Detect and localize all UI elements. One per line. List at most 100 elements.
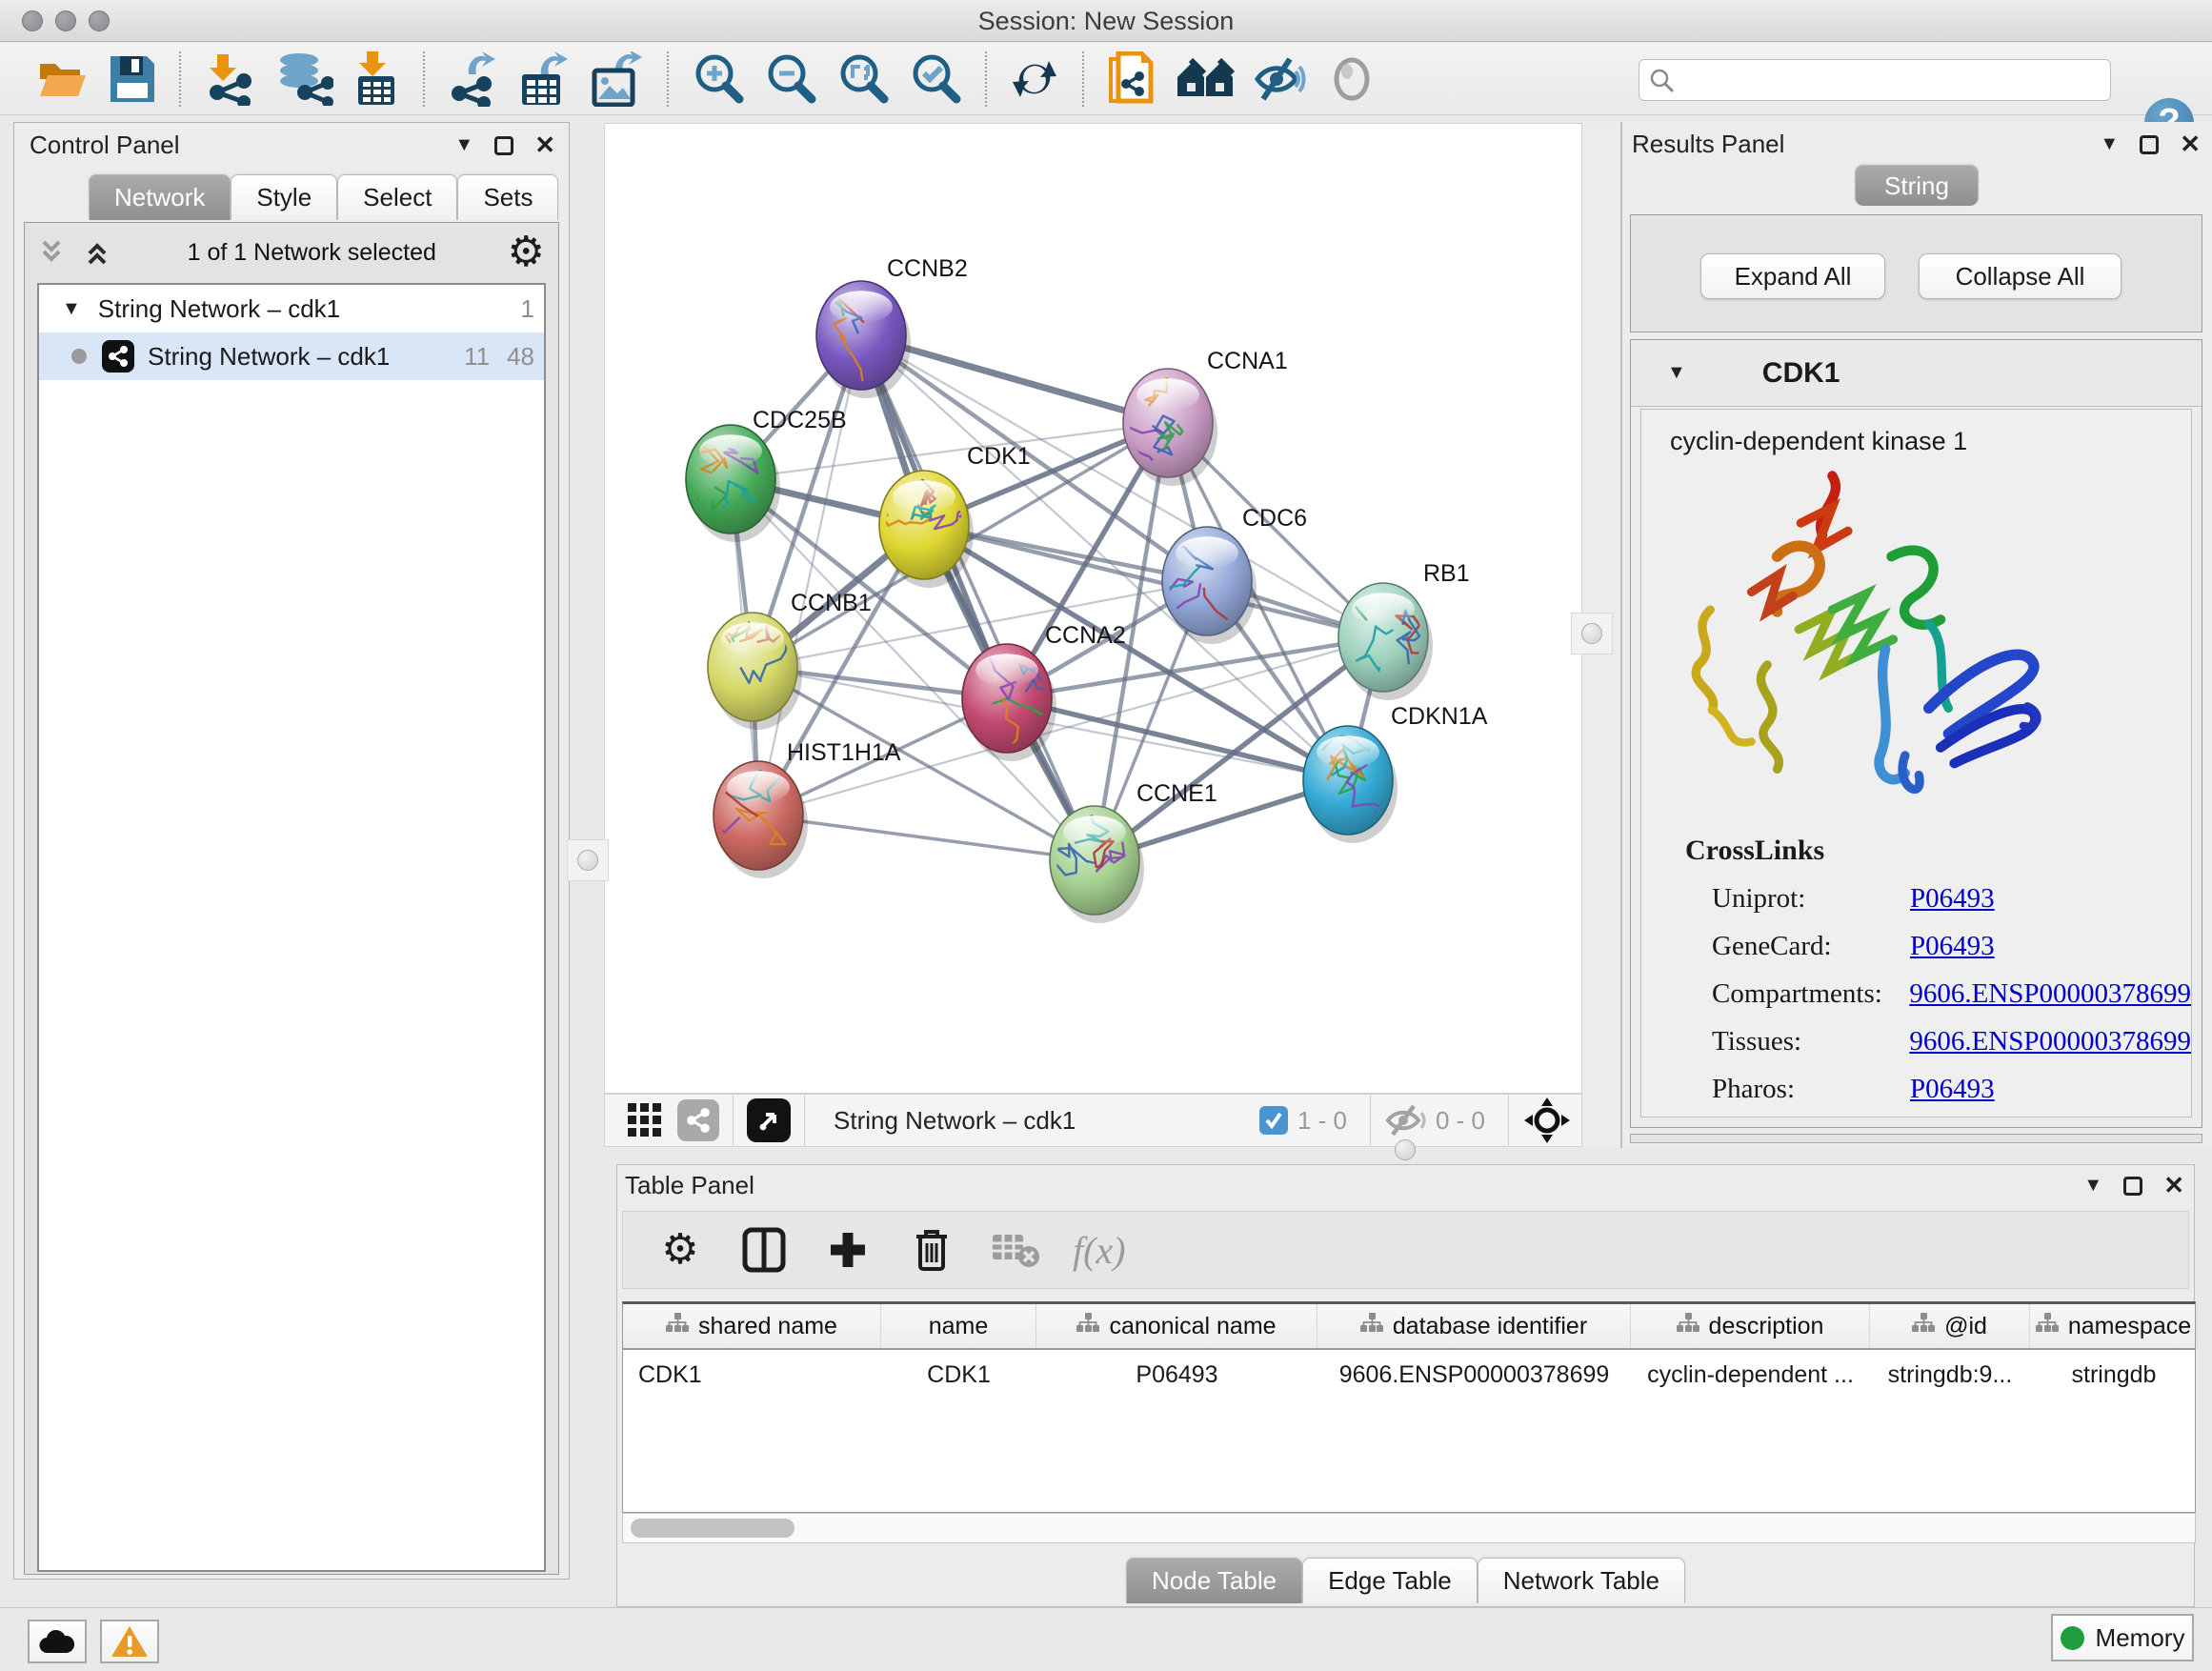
cloud-icon	[38, 1628, 76, 1655]
tab-edge-table[interactable]: Edge Table	[1302, 1558, 1478, 1603]
collapse-all-tree-icon[interactable]	[84, 238, 116, 267]
scrollbar-thumb[interactable]	[631, 1519, 794, 1538]
crosslink-link[interactable]: P06493	[1910, 883, 1995, 915]
network-node-HIST1H1A[interactable]	[674, 761, 808, 878]
network-node-CCNE1[interactable]	[1050, 806, 1144, 923]
column-header--id[interactable]: @id	[1870, 1304, 2030, 1348]
gene-description: cyclin-dependent kinase 1	[1670, 427, 2191, 456]
panel-close-icon[interactable]: ✕	[2180, 130, 2201, 159]
network-tree-parent-row[interactable]: ▼ String Network – cdk1 1	[39, 285, 544, 332]
column-header-name[interactable]: name	[881, 1304, 1036, 1348]
panel-float-icon[interactable]	[2123, 1177, 2142, 1196]
collapse-all-button[interactable]: Collapse All	[1919, 253, 2122, 299]
fit-crosshair-icon[interactable]	[1522, 1096, 1572, 1145]
save-session-button[interactable]	[109, 50, 156, 108]
delete-column-icon[interactable]	[905, 1223, 958, 1277]
crosslink-link[interactable]: P06493	[1910, 931, 1995, 962]
column-type-icon	[1076, 1313, 1099, 1340]
open-session-button[interactable]	[36, 50, 90, 108]
table-row[interactable]: CDK1CDK1P064939606.ENSP00000378699cyclin…	[623, 1350, 2195, 1399]
tree-expander-icon[interactable]: ▼	[62, 298, 81, 320]
column-header-label: shared name	[698, 1313, 837, 1340]
panel-close-icon[interactable]: ✕	[2163, 1171, 2184, 1200]
tab-node-table[interactable]: Node Table	[1126, 1558, 1302, 1603]
zoom-out-button[interactable]	[764, 50, 817, 108]
table-horizontal-scrollbar[interactable]	[622, 1513, 2196, 1543]
import-table-from-file-button[interactable]	[352, 50, 400, 108]
network-options-gear-icon[interactable]: ⚙	[508, 232, 545, 273]
string-app-icon	[102, 340, 134, 372]
splitter-handle[interactable]	[1395, 1139, 1416, 1160]
export-image-button[interactable]	[591, 50, 644, 108]
column-header-namespace[interactable]: namespace	[2030, 1304, 2198, 1348]
delete-table-icon[interactable]	[989, 1223, 1042, 1277]
export-table-button[interactable]	[518, 50, 572, 108]
column-header-description[interactable]: description	[1631, 1304, 1870, 1348]
network-share-view-icon[interactable]	[677, 1099, 719, 1141]
panel-collapse-icon[interactable]: ▼	[454, 134, 473, 156]
panel-float-icon[interactable]	[2140, 135, 2159, 154]
section-expander-icon[interactable]: ▼	[1667, 362, 1686, 384]
show-columns-icon[interactable]	[737, 1223, 791, 1277]
import-network-icon	[204, 52, 255, 106]
network-canvas[interactable]: CCNB2CCNA1CDC25BCDK1CDC6RB1CCNB1CCNA2CDK…	[604, 123, 1582, 1094]
protein-structure-image	[1679, 462, 2080, 816]
table-cell: P06493	[1036, 1350, 1317, 1399]
nested-networks-button[interactable]	[1176, 50, 1235, 108]
column-header-database-identifier[interactable]: database identifier	[1317, 1304, 1631, 1348]
zoom-fit-button[interactable]	[836, 50, 890, 108]
grid-view-icon[interactable]	[626, 1101, 664, 1139]
column-header-shared-name[interactable]: shared name	[623, 1304, 881, 1348]
apply-function-button[interactable]: f(x)	[1073, 1223, 1126, 1277]
results-tab-string[interactable]: String	[1855, 171, 1979, 201]
column-header-label: namespace	[2068, 1313, 2191, 1340]
crosslink-link[interactable]: 9606.ENSP00000378699	[1909, 1026, 2191, 1057]
network-node-label: CDC6	[1242, 505, 1307, 532]
network-edge-CCNB2-CCNE1[interactable]	[861, 335, 1095, 860]
network-edge-HIST1H1A-CCNE1[interactable]	[758, 815, 1095, 860]
column-header-canonical-name[interactable]: canonical name	[1036, 1304, 1317, 1348]
cloud-button[interactable]	[28, 1620, 87, 1663]
gene-section-header[interactable]: ▼ CDK1	[1631, 340, 2202, 407]
network-node-CCNA2[interactable]	[962, 644, 1056, 761]
selected-checkbox-icon[interactable]	[1259, 1106, 1288, 1135]
results-panel: Results Panel ▼ ✕ String Expand All Coll…	[1620, 122, 2212, 1148]
tab-network-table[interactable]: Network Table	[1478, 1558, 1685, 1603]
birdseye-view-icon[interactable]	[747, 1098, 791, 1142]
update-button[interactable]	[1010, 50, 1059, 108]
panel-collapse-icon[interactable]: ▼	[2100, 133, 2119, 155]
panel-close-icon[interactable]: ✕	[534, 131, 555, 160]
import-network-from-database-button[interactable]	[274, 50, 333, 108]
export-network-button[interactable]	[448, 50, 499, 108]
network-node-CCNA1[interactable]	[1123, 360, 1217, 486]
tab-network[interactable]: Network	[89, 174, 231, 220]
tab-select[interactable]: Select	[337, 174, 457, 220]
panel-collapse-icon[interactable]: ▼	[2083, 1175, 2102, 1197]
add-column-icon[interactable]	[821, 1223, 875, 1277]
tab-style[interactable]: Style	[231, 174, 337, 220]
expand-all-tree-icon[interactable]	[38, 238, 70, 267]
crosslink-link[interactable]: 9606.ENSP00000378699	[1909, 978, 2191, 1010]
eye-disabled-button[interactable]	[1328, 50, 1376, 108]
network-node-CDKN1A[interactable]	[1303, 726, 1398, 843]
memory-button[interactable]: Memory	[2051, 1614, 2194, 1661]
crosslink-link[interactable]: P06493	[1910, 1074, 1995, 1105]
panel-float-icon[interactable]	[494, 136, 513, 155]
table-options-gear-icon[interactable]: ⚙	[654, 1223, 707, 1277]
network-node-CCNB1[interactable]	[708, 590, 802, 730]
tab-sets[interactable]: Sets	[457, 174, 558, 220]
crosslink-row: Uniprot:P06493	[1712, 883, 2191, 915]
new-network-from-selection-button[interactable]	[1107, 50, 1156, 108]
expand-all-button[interactable]: Expand All	[1700, 253, 1885, 299]
splitter-handle[interactable]	[577, 850, 598, 871]
zoom-in-button[interactable]	[692, 50, 745, 108]
warnings-button[interactable]	[100, 1620, 159, 1663]
search-input[interactable]	[1681, 67, 2101, 93]
network-tree-child-row[interactable]: String Network – cdk1 11 48	[39, 332, 544, 380]
hidden-eye-slash-icon[interactable]	[1384, 1103, 1426, 1137]
show-hide-graphics-button[interactable]	[1254, 50, 1309, 108]
network-node-CCNB2[interactable]	[782, 279, 911, 398]
splitter-handle[interactable]	[1581, 623, 1602, 644]
import-network-from-file-button[interactable]	[204, 50, 255, 108]
zoom-selected-button[interactable]	[909, 50, 962, 108]
